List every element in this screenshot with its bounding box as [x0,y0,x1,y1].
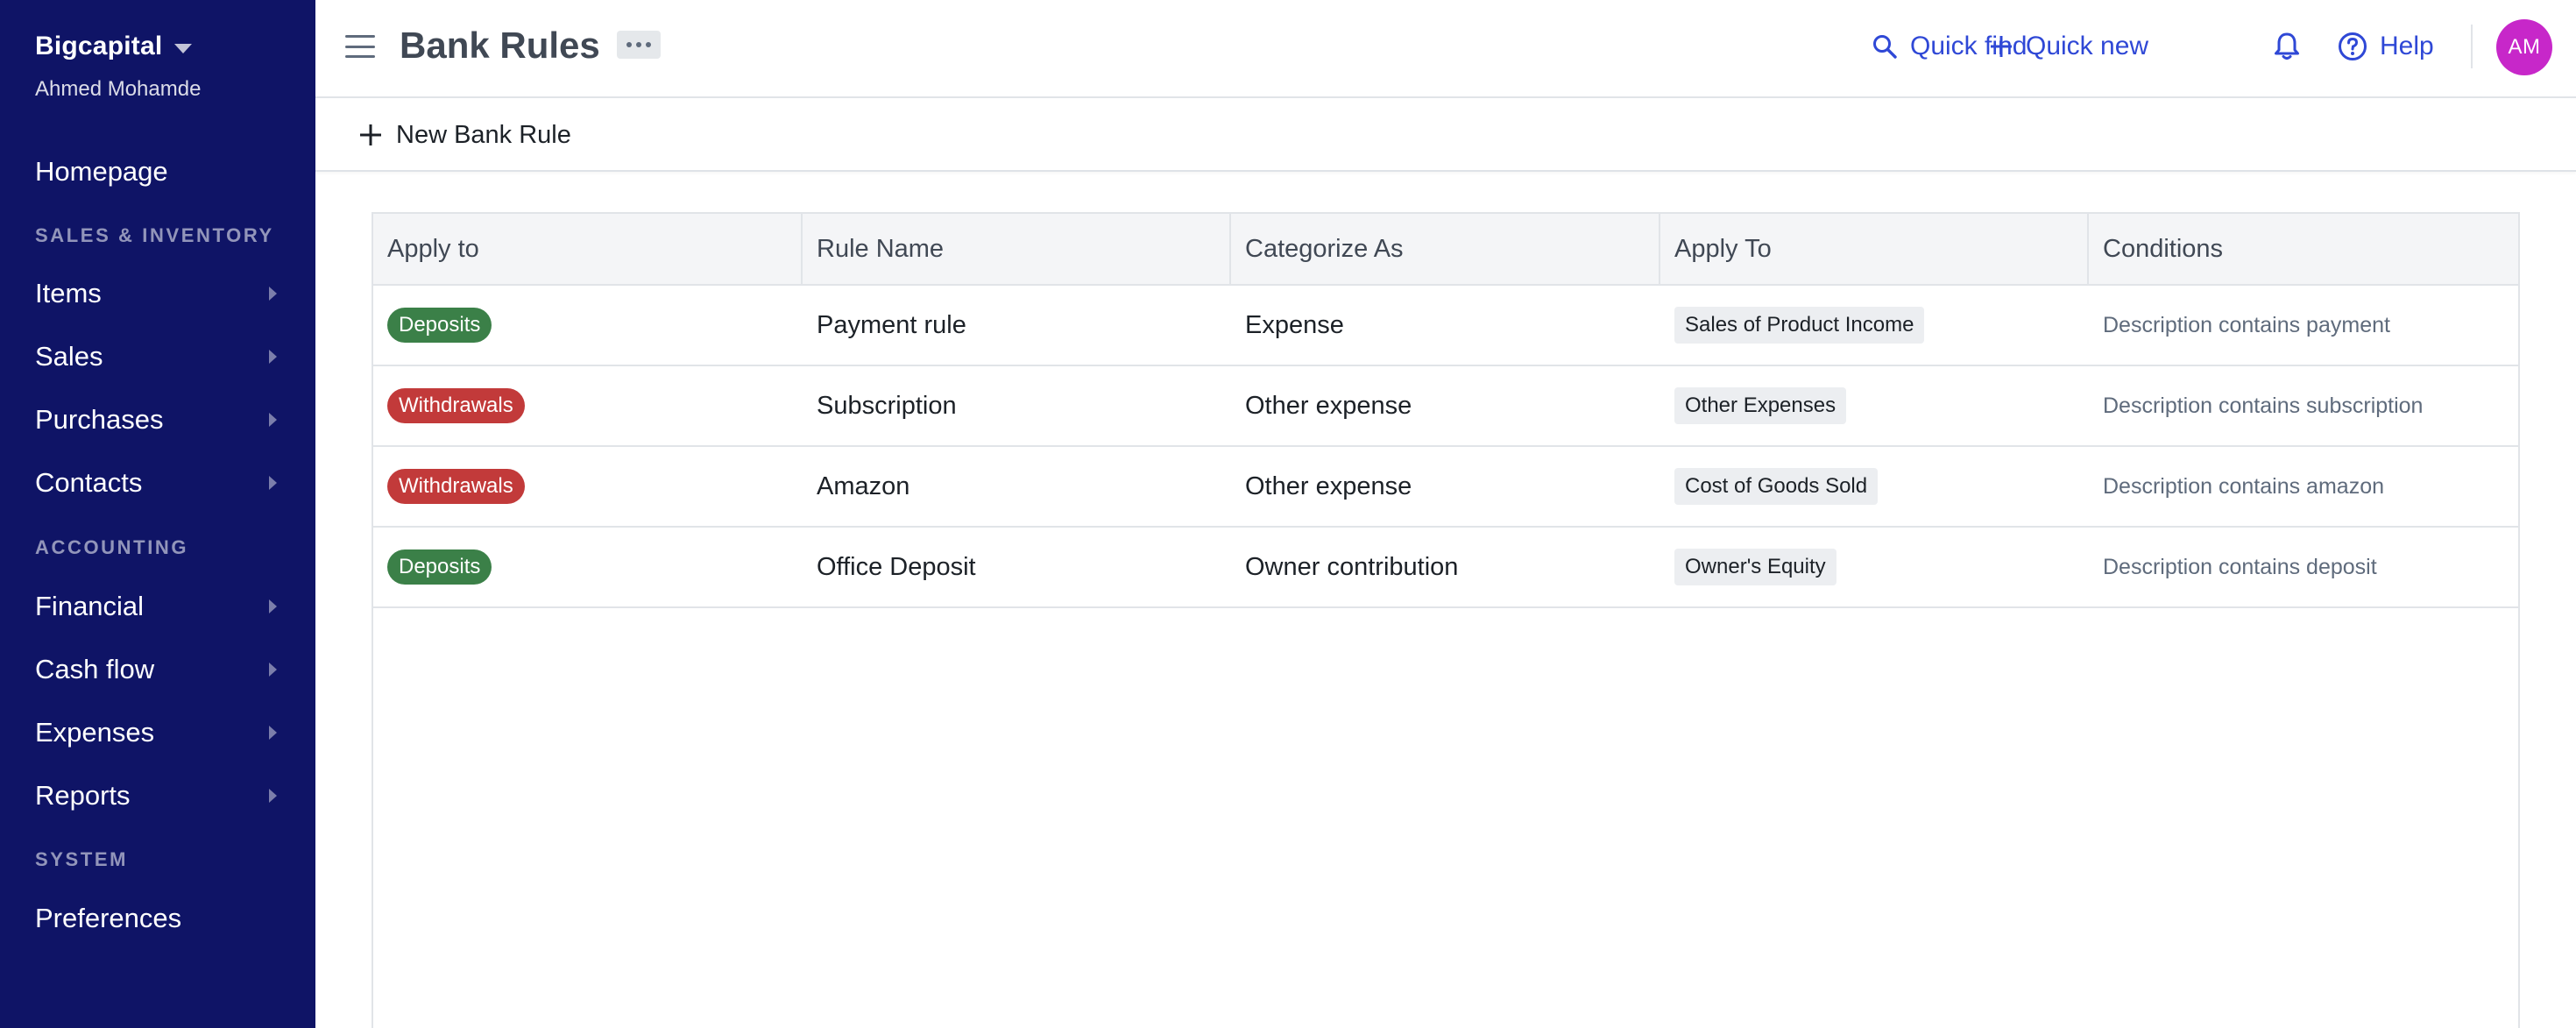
sidebar-item-label: Cash flow [35,654,155,684]
sidebar-section-system: SYSTEM [35,848,129,870]
transaction-type-badge: Deposits [387,549,492,585]
sidebar-item-label: Expenses [35,717,155,748]
transaction-type-badge: Deposits [387,308,492,343]
help-button[interactable]: Help [2338,26,2434,67]
caret-down-icon [174,43,193,53]
help-label: Help [2380,32,2434,60]
column-header-apply-to-account[interactable]: Apply To [1660,214,2089,284]
bank-rules-table: Apply to Rule Name Categorize As Apply T… [372,212,2520,1028]
conditions-cell: Description contains deposit [2103,554,2377,579]
categorize-as-cell: Expense [1245,310,1344,339]
hamburger-icon[interactable] [343,32,377,61]
new-bank-rule-button[interactable]: New Bank Rule [359,116,571,154]
sidebar-item-sales[interactable]: Sales [0,330,315,383]
organization-name: Bigcapital [35,32,163,60]
avatar[interactable]: AM [2496,19,2552,75]
account-tag: Cost of Goods Sold [1674,468,1879,505]
rule-name-cell: Subscription [817,391,957,420]
apply-to-cell: Deposits [373,528,492,606]
dashboard-action-bar: New Bank Rule [315,98,2576,172]
caret-right-icon [269,599,277,613]
sidebar-item-cash-flow[interactable]: Cash flow [0,643,315,696]
table-row[interactable]: Deposits Office Deposit Owner contributi… [373,528,2518,608]
sidebar-item-financial[interactable]: Financial [0,580,315,633]
rule-name-cell: Amazon [817,471,910,500]
sidebar-item-homepage[interactable]: Homepage [0,145,315,198]
caret-right-icon [269,476,277,490]
conditions-cell: Description contains amazon [2103,473,2384,499]
sidebar-item-label: Items [35,278,102,308]
apply-to-cell: Withdrawals [373,447,525,526]
search-icon [1873,35,1897,59]
more-dots-icon[interactable] [617,31,661,59]
plus-icon [1991,36,2012,57]
caret-right-icon [269,726,277,740]
caret-right-icon [269,663,277,677]
categorize-as-cell: Other expense [1245,391,1412,420]
sidebar-item-label: Purchases [35,404,164,435]
account-cell: Sales of Product Income [1660,286,1925,365]
user-name: Ahmed Mohamde [35,77,202,101]
apply-to-cell: Deposits [373,286,492,365]
sidebar-item-preferences[interactable]: Preferences [0,892,315,945]
sidebar-item-label: Preferences [35,903,182,933]
column-header-categorize-as[interactable]: Categorize As [1231,214,1660,284]
sidebar-item-label: Reports [35,780,131,811]
categorize-as-cell: Owner contribution [1245,552,1459,581]
notifications-button[interactable] [2273,26,2313,67]
sidebar-item-label: Contacts [35,467,143,498]
sidebar-item-items[interactable]: Items [0,267,315,320]
categorize-as-cell: Other expense [1245,471,1412,500]
sidebar-section-accounting: ACCOUNTING [35,536,189,558]
sidebar-item-label: Sales [35,341,103,372]
conditions-cell: Description contains payment [2103,312,2390,337]
table-row[interactable]: Withdrawals Subscription Other expense O… [373,366,2518,447]
transaction-type-badge: Withdrawals [387,469,525,504]
table-row[interactable]: Deposits Payment rule Expense Sales of P… [373,286,2518,366]
new-bank-rule-label: New Bank Rule [396,120,571,149]
table-header: Apply to Rule Name Categorize As Apply T… [373,214,2518,286]
transaction-type-badge: Withdrawals [387,388,525,423]
rule-name-cell: Office Deposit [817,552,976,581]
bell-icon [2275,32,2299,60]
conditions-cell: Description contains subscription [2103,393,2424,418]
sidebar-item-reports[interactable]: Reports [0,769,315,822]
sidebar-item-label: Homepage [35,156,168,187]
sidebar-item-expenses[interactable]: Expenses [0,706,315,759]
table-row[interactable]: Withdrawals Amazon Other expense Cost of… [373,447,2518,528]
top-header: Bank Rules Quick find Quick new Help AM [315,0,2576,98]
caret-right-icon [269,350,277,364]
account-tag: Owner's Equity [1674,549,1836,585]
account-cell: Other Expenses [1660,366,1847,445]
rule-name-cell: Payment rule [817,310,966,339]
help-circle-icon [2339,32,2367,60]
sidebar-section-sales-inventory: SALES & INVENTORY [35,224,274,246]
column-header-apply-to-type[interactable]: Apply to [373,214,803,284]
account-tag: Sales of Product Income [1674,307,1925,344]
column-header-rule-name[interactable]: Rule Name [803,214,1231,284]
page-title: Bank Rules [400,25,600,66]
header-divider [2471,25,2473,68]
caret-right-icon [269,789,277,803]
sidebar-item-purchases[interactable]: Purchases [0,393,315,446]
sidebar: Bigcapital Ahmed Mohamde Homepage SALES … [0,0,315,1028]
organization-switcher[interactable]: Bigcapital [35,32,193,61]
quick-new-button[interactable]: Quick new [1989,26,2148,67]
quick-new-label: Quick new [2026,32,2149,60]
account-cell: Cost of Goods Sold [1660,447,1879,526]
sidebar-item-contacts[interactable]: Contacts [0,457,315,509]
column-header-conditions[interactable]: Conditions [2089,214,2518,284]
account-tag: Other Expenses [1674,387,1847,424]
plus-icon [360,124,381,145]
account-cell: Owner's Equity [1660,528,1836,606]
caret-right-icon [269,413,277,427]
sidebar-item-label: Financial [35,591,145,621]
apply-to-cell: Withdrawals [373,366,525,445]
caret-right-icon [269,287,277,301]
